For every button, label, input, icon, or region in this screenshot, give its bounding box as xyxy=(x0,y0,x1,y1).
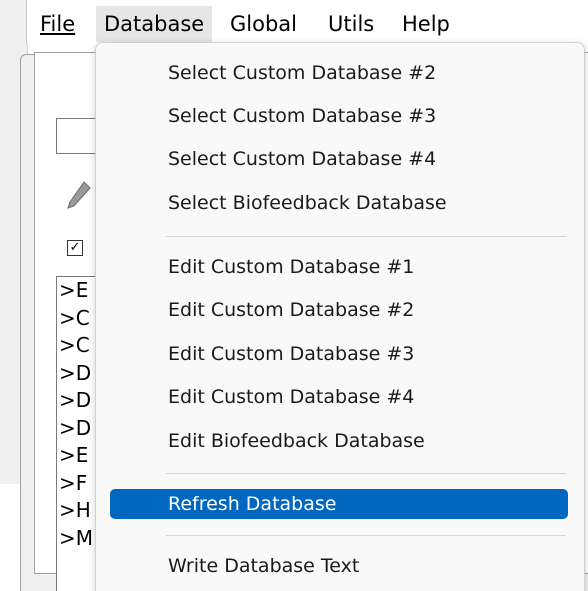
window-divider xyxy=(26,0,27,44)
database-dropdown-menu: Select Custom Database #2 Select Custom D… xyxy=(95,42,585,591)
menu-file-label: File xyxy=(40,12,76,36)
menu-file[interactable]: File xyxy=(32,6,83,42)
menu-item-label: Refresh Database xyxy=(168,493,337,515)
menu-item-label: Edit Biofeedback Database xyxy=(168,430,425,452)
menu-item-label: Select Biofeedback Database xyxy=(168,192,447,214)
menu-utils-label: Utils xyxy=(328,12,375,36)
menu-item-select-biofeedback-database[interactable]: Select Biofeedback Database xyxy=(110,188,568,218)
menu-item-label: Edit Custom Database #1 xyxy=(168,256,415,278)
menu-separator xyxy=(166,236,566,237)
pencil-icon[interactable] xyxy=(66,180,92,214)
menu-database[interactable]: Database xyxy=(96,6,213,42)
menu-item-label: Edit Custom Database #4 xyxy=(168,386,415,408)
menu-item-edit-biofeedback-database[interactable]: Edit Biofeedback Database xyxy=(110,426,568,456)
menu-utils[interactable]: Utils xyxy=(320,6,382,42)
menu-item-select-custom-database-4[interactable]: Select Custom Database #4 xyxy=(110,144,568,174)
menu-item-select-custom-database-3[interactable]: Select Custom Database #3 xyxy=(110,101,568,131)
menu-global[interactable]: Global xyxy=(222,6,305,42)
menu-item-edit-custom-database-4[interactable]: Edit Custom Database #4 xyxy=(110,382,568,412)
menu-separator xyxy=(166,473,566,474)
menu-database-label: Database xyxy=(104,12,205,36)
menu-item-select-custom-database-2[interactable]: Select Custom Database #2 xyxy=(110,58,568,88)
menu-bar: File Database Global Utils Help xyxy=(0,0,588,44)
menu-help[interactable]: Help xyxy=(394,6,458,42)
window-edge xyxy=(0,0,26,44)
menu-separator xyxy=(166,535,566,536)
menu-item-label: Edit Custom Database #3 xyxy=(168,343,415,365)
menu-item-label: Select Custom Database #2 xyxy=(168,62,437,84)
menu-item-write-database-text[interactable]: Write Database Text xyxy=(110,551,568,581)
menu-item-label: Select Custom Database #4 xyxy=(168,148,437,170)
menu-item-label: Select Custom Database #3 xyxy=(168,105,437,127)
screen: File Database Global Utils Help ✓ >E >C >C… xyxy=(0,0,588,591)
menu-item-refresh-database[interactable]: Refresh Database xyxy=(110,489,568,519)
menu-item-edit-custom-database-1[interactable]: Edit Custom Database #1 xyxy=(110,252,568,282)
option-checkbox[interactable]: ✓ xyxy=(67,240,83,256)
menu-item-edit-custom-database-3[interactable]: Edit Custom Database #3 xyxy=(110,339,568,369)
checkmark-icon: ✓ xyxy=(69,240,81,255)
menu-item-edit-custom-database-2[interactable]: Edit Custom Database #2 xyxy=(110,295,568,325)
menu-global-label: Global xyxy=(230,12,297,36)
menu-item-label: Edit Custom Database #2 xyxy=(168,299,415,321)
menu-item-label: Write Database Text xyxy=(168,555,360,577)
menu-help-label: Help xyxy=(402,12,450,36)
